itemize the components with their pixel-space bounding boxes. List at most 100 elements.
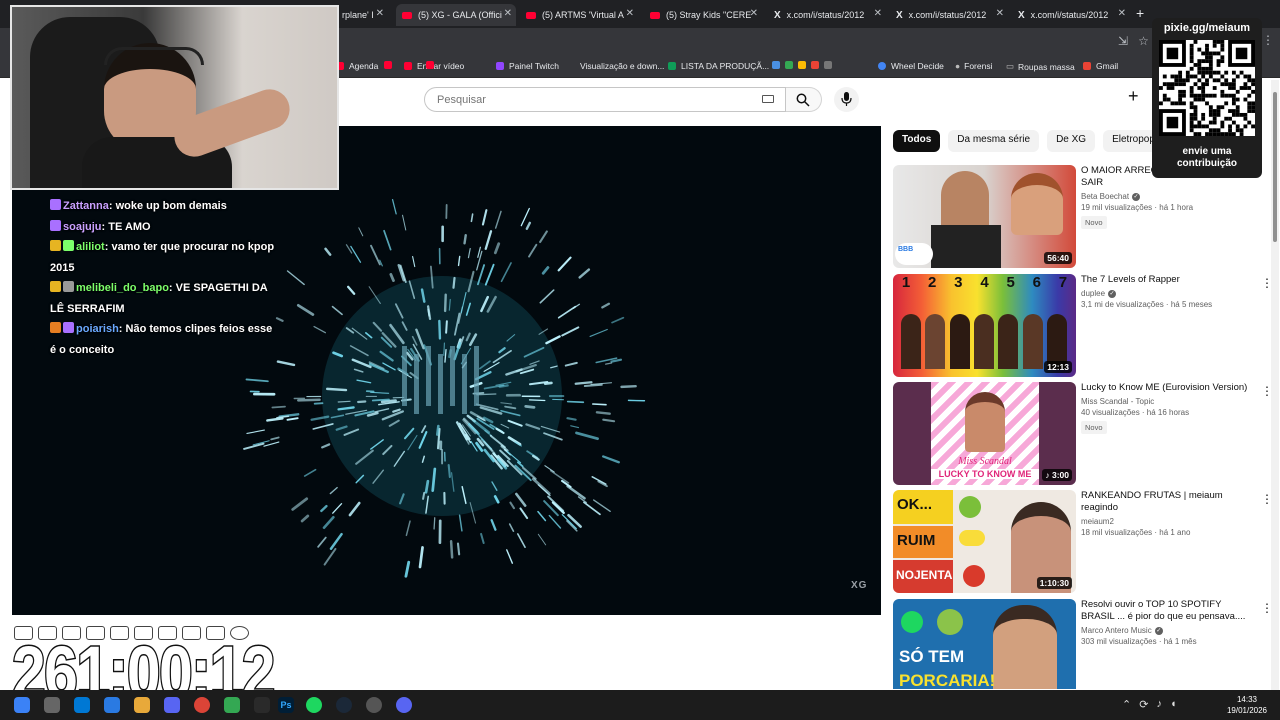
- video-title[interactable]: Resolvi ouvir o TOP 10 SPOTIFY BRASIL ..…: [1081, 599, 1253, 623]
- app-icon[interactable]: [164, 697, 180, 713]
- volume-icon[interactable]: ◖: [1170, 698, 1177, 711]
- keyboard-icon[interactable]: [762, 95, 774, 103]
- search-button[interactable]: [786, 87, 822, 112]
- video-thumbnail[interactable]: SÓ TEM PORCARIA!: [893, 599, 1076, 689]
- search-input[interactable]: [435, 93, 735, 107]
- x-logo-icon: X: [896, 9, 903, 21]
- recommendation-item[interactable]: SÓ TEM PORCARIA! Resolvi ouvir o TOP 10 …: [893, 599, 1273, 689]
- bookmark-item[interactable]: ● Forensi: [955, 61, 992, 71]
- video-title[interactable]: RANKEANDO FRUTAS | meiaum reagindo: [1081, 490, 1253, 514]
- channel-name[interactable]: Beta Boechat: [1081, 192, 1129, 201]
- create-button[interactable]: +: [1128, 86, 1139, 107]
- bookmark-item[interactable]: LISTA DA PRODUÇÃ...: [668, 61, 769, 71]
- obs-icon[interactable]: [254, 697, 270, 713]
- close-icon[interactable]: ✕: [376, 8, 384, 19]
- burst-streak: [412, 255, 416, 268]
- video-title[interactable]: The 7 Levels of Rapper: [1081, 274, 1253, 286]
- app-icon[interactable]: [366, 697, 382, 713]
- steam-icon[interactable]: [336, 697, 352, 713]
- bookmark-item[interactable]: Agenda: [336, 61, 378, 71]
- channel-name[interactable]: meiaum2: [1081, 517, 1114, 526]
- bookmark-star-icon[interactable]: ☆: [1138, 34, 1149, 48]
- qr-module: [1239, 132, 1244, 136]
- video-thumbnail[interactable]: BBB 56:40: [893, 165, 1076, 268]
- browser-tab[interactable]: X x.com/i/status/2012 ✕: [890, 4, 1008, 26]
- bookmark-item[interactable]: Gmail: [1083, 61, 1118, 71]
- app-icon[interactable]: [104, 697, 120, 713]
- qr-module: [1247, 93, 1252, 98]
- qr-module: [1220, 82, 1225, 87]
- discord-icon[interactable]: [396, 697, 412, 713]
- qr-module: [1247, 86, 1252, 90]
- new-badge: Novo: [1081, 421, 1107, 434]
- bookmark-item[interactable]: Visualização e down...: [580, 61, 664, 71]
- recommendation-item[interactable]: 1234567 12:13 The 7 Levels of Rapper dup…: [893, 274, 1273, 377]
- bookmark-item[interactable]: [384, 61, 397, 69]
- chip-same-series[interactable]: Da mesma série: [948, 130, 1040, 152]
- burst-streak: [370, 244, 381, 266]
- close-icon[interactable]: ✕: [874, 8, 882, 19]
- browser-tab[interactable]: (5) ARTMS 'Virtual A ✕: [520, 4, 638, 26]
- channel-name[interactable]: Miss Scandal - Topic: [1081, 397, 1154, 406]
- qr-module: [1201, 66, 1206, 71]
- taskbar-clock[interactable]: 14:33 19/01/2026: [1222, 694, 1272, 716]
- video-thumbnail[interactable]: 1234567 12:13: [893, 274, 1076, 377]
- chrome-icon[interactable]: [194, 697, 210, 713]
- scrollbar-thumb[interactable]: [1273, 92, 1277, 242]
- video-thumbnail[interactable]: Miss Scandal LUCKY TO KNOW ME ♪ 3:00: [893, 382, 1076, 485]
- folder-icon[interactable]: [134, 697, 150, 713]
- browser-tab[interactable]: X x.com/i/status/2012 ✕: [1012, 4, 1130, 26]
- bookmark-item[interactable]: Painel Twitch: [496, 61, 559, 71]
- app-icon[interactable]: [224, 697, 240, 713]
- browser-tab[interactable]: rplane' I ✕: [336, 4, 388, 26]
- tab-title: x.com/i/status/2012: [908, 10, 987, 20]
- burst-streak: [286, 270, 305, 286]
- bookmark-item[interactable]: ▭ Roupas massa: [1006, 61, 1075, 72]
- voice-search-button[interactable]: [834, 87, 859, 112]
- bookmark-icons-row[interactable]: [772, 61, 837, 69]
- tab-title: x.com/i/status/2012: [786, 10, 865, 20]
- chip-from-xg[interactable]: De XG: [1047, 130, 1096, 152]
- edge-icon[interactable]: [74, 697, 90, 713]
- browser-tab-active[interactable]: (5) XG - GALA (Offici ✕: [396, 4, 516, 26]
- video-title[interactable]: Lucky to Know ME (Eurovision Version): [1081, 382, 1253, 394]
- new-tab-button[interactable]: +: [1136, 5, 1144, 21]
- chat-badge-icon: [50, 219, 61, 231]
- chat-text: TE AMO: [108, 220, 151, 233]
- burst-streak: [528, 243, 538, 258]
- spotify-icon[interactable]: [306, 697, 322, 713]
- chevron-up-icon[interactable]: ⌃: [1122, 698, 1131, 711]
- video-thumbnail[interactable]: OK... RUIM NOJENTA 1:10:30: [893, 490, 1076, 593]
- donation-url: pixie.gg/meiaum: [1163, 22, 1251, 34]
- microphone-icon[interactable]: ♪: [1156, 698, 1162, 711]
- page-scrollbar[interactable]: [1271, 80, 1279, 690]
- channel-name[interactable]: Marco Antero Music: [1081, 626, 1152, 635]
- bookmark-item[interactable]: Enviar vídeo: [426, 61, 439, 69]
- close-icon[interactable]: ✕: [504, 8, 512, 19]
- qr-finder: [1235, 47, 1248, 60]
- close-icon[interactable]: ✕: [1118, 8, 1126, 19]
- bookmark-item[interactable]: Wheel Decide: [878, 61, 944, 71]
- install-app-icon[interactable]: ⇲: [1118, 34, 1128, 48]
- app-icon[interactable]: ⟳: [1139, 698, 1148, 711]
- recommendation-item[interactable]: Miss Scandal LUCKY TO KNOW ME ♪ 3:00 Luc…: [893, 382, 1273, 485]
- close-icon[interactable]: ✕: [750, 8, 758, 19]
- search-box[interactable]: [424, 87, 786, 112]
- browser-tab[interactable]: (5) Stray Kids "CERE ✕: [644, 4, 762, 26]
- qr-module: [1205, 78, 1209, 83]
- channel-watermark[interactable]: XG: [851, 580, 867, 591]
- search-icon[interactable]: [44, 697, 60, 713]
- chip-all[interactable]: Todos: [893, 130, 941, 152]
- channel-name[interactable]: duplee: [1081, 289, 1105, 298]
- menu-icon[interactable]: ⋮: [1262, 33, 1274, 47]
- close-icon[interactable]: ✕: [626, 8, 634, 19]
- start-icon[interactable]: [14, 697, 30, 713]
- qr-module: [1251, 101, 1255, 106]
- recommendation-item[interactable]: BBB 56:40 O MAIOR ARREG... BBB PEDIU PRA…: [893, 165, 1273, 268]
- chat-message: poiarish: Não temos clipes feios esse é …: [50, 322, 273, 356]
- burst-streak: [516, 533, 526, 549]
- browser-tab[interactable]: X x.com/i/status/2012 ✕: [768, 4, 886, 26]
- close-icon[interactable]: ✕: [996, 8, 1004, 19]
- recommendation-item[interactable]: OK... RUIM NOJENTA 1:10:30 RANKEANDO FRU…: [893, 490, 1273, 593]
- photoshop-icon[interactable]: Ps: [278, 697, 294, 713]
